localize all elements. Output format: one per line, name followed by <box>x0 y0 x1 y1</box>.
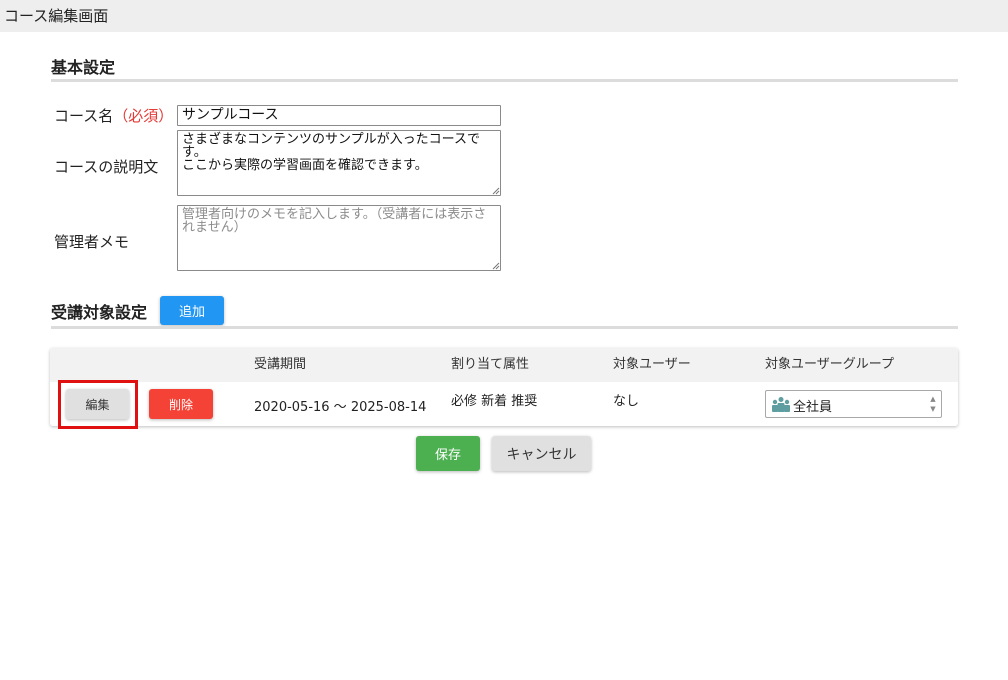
column-header-target-users: 対象ユーザー <box>613 357 691 372</box>
course-name-input[interactable]: サンプルコース <box>177 105 501 126</box>
required-mark: （必須） <box>113 107 174 125</box>
add-button[interactable]: 追加 <box>160 296 224 325</box>
course-name-label: コース名（必須） <box>54 105 173 126</box>
description-field-wrap <box>177 130 501 196</box>
spinner-down-icon[interactable]: ▼ <box>929 404 937 414</box>
section-divider <box>51 79 958 82</box>
table-header: 受講期間 割り当て属性 対象ユーザー 対象ユーザーグループ <box>50 348 958 382</box>
users-group-icon <box>772 397 790 412</box>
admin-memo-field-wrap <box>177 205 501 271</box>
column-header-attributes: 割り当て属性 <box>451 357 530 372</box>
cancel-button[interactable]: キャンセル <box>492 436 591 471</box>
description-textarea[interactable] <box>177 130 501 196</box>
delete-button[interactable]: 削除 <box>149 389 213 419</box>
target-group-listbox[interactable]: 全社員 ▲ ▼ <box>765 390 942 418</box>
admin-memo-label: 管理者メモ <box>54 233 130 251</box>
save-button[interactable]: 保存 <box>416 436 480 471</box>
section-title-enrollment: 受講対象設定 <box>51 303 148 322</box>
column-header-period: 受講期間 <box>254 357 307 372</box>
attributes-cell: 必修 新着 推奨 <box>451 394 538 409</box>
period-cell: 2020-05-16 ～ 2025-08-14 <box>254 400 427 415</box>
target-group-item[interactable]: 全社員 <box>793 396 832 415</box>
target-users-cell: なし <box>613 394 640 409</box>
listbox-spinner[interactable]: ▲ ▼ <box>929 394 937 414</box>
column-header-target-group: 対象ユーザーグループ <box>765 357 894 372</box>
section-title-basic: 基本設定 <box>51 58 116 77</box>
edit-button[interactable]: 編集 <box>66 389 129 419</box>
description-label: コースの説明文 <box>54 158 159 176</box>
window-title: コース編集画面 <box>0 0 1008 32</box>
spinner-up-icon[interactable]: ▲ <box>929 394 937 404</box>
admin-memo-textarea[interactable] <box>177 205 501 271</box>
course-name-label-text: コース名 <box>54 107 114 125</box>
section-divider <box>51 326 958 329</box>
